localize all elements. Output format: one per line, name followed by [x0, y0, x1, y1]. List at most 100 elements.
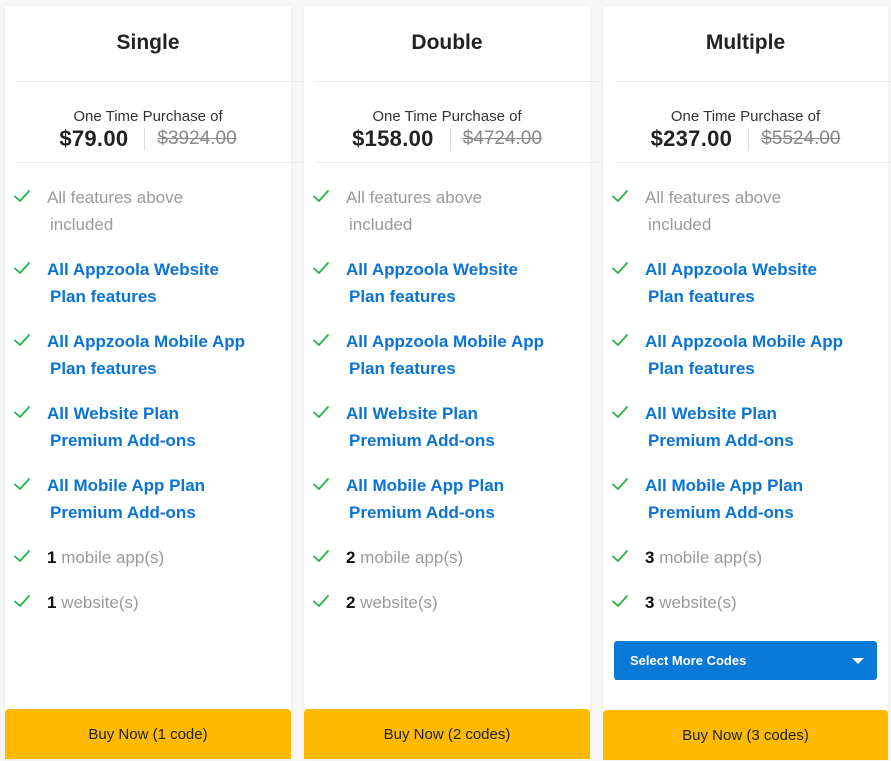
pricing-card-multiple: Multiple One Time Purchase of $237.00 $5…: [603, 6, 891, 760]
check-icon: [312, 474, 330, 492]
caret-down-icon: [852, 658, 864, 664]
divider: [17, 162, 303, 163]
feature-text-line2: Premium Add-ons: [50, 431, 196, 450]
divider: [615, 81, 891, 82]
check-icon: [611, 402, 629, 420]
feature-text: All Mobile App Plan: [346, 476, 505, 495]
check-icon: [611, 591, 629, 609]
count-label: website(s): [56, 593, 139, 612]
price-separator: [449, 128, 451, 150]
check-icon: [611, 546, 629, 564]
price-label: One Time Purchase of: [73, 108, 223, 125]
check-icon: [13, 186, 31, 204]
feature-item[interactable]: All Appzoola Website Plan features: [5, 256, 291, 310]
select-more-codes-label: Select More Codes: [630, 653, 747, 668]
feature-text-line2: Plan features: [50, 287, 157, 306]
check-icon: [611, 330, 629, 348]
check-icon: [13, 546, 31, 564]
count-label: mobile app(s): [56, 548, 165, 567]
check-icon: [312, 330, 330, 348]
check-icon: [312, 258, 330, 276]
feature-item[interactable]: All Appzoola Mobile App Plan features: [603, 328, 888, 382]
price-row: $237.00 $5524.00: [603, 126, 888, 152]
feature-text: All Appzoola Mobile App: [346, 332, 544, 351]
feature-item[interactable]: All Website Plan Premium Add-ons: [5, 400, 291, 454]
check-icon: [312, 402, 330, 420]
pricing-card-double: Double One Time Purchase of $158.00 $472…: [304, 6, 602, 759]
feature-text: All features above: [346, 188, 483, 207]
feature-text: All features above: [47, 188, 184, 207]
feature-text: All Appzoola Mobile App: [645, 332, 843, 351]
buy-now-button[interactable]: Buy Now (3 codes): [603, 710, 888, 760]
divider: [17, 81, 303, 82]
feature-item[interactable]: All Appzoola Mobile App Plan features: [5, 328, 291, 382]
feature-item[interactable]: All Appzoola Website Plan features: [603, 256, 888, 310]
feature-item: All features above included: [603, 184, 888, 238]
feature-text-line2: included: [648, 215, 712, 234]
feature-item[interactable]: All Appzoola Mobile App Plan features: [304, 328, 590, 382]
website-count: 3 website(s): [603, 589, 888, 616]
current-price: $237.00: [650, 126, 733, 151]
website-count: 2 website(s): [304, 589, 590, 616]
buy-now-button[interactable]: Buy Now (2 codes): [304, 709, 590, 759]
feature-text-line2: Premium Add-ons: [648, 431, 794, 450]
check-icon: [13, 330, 31, 348]
feature-text-line2: included: [50, 215, 114, 234]
divider: [316, 81, 602, 82]
plan-title: Double: [411, 31, 483, 54]
feature-text: All Website Plan: [346, 404, 478, 423]
price-label: One Time Purchase of: [372, 108, 522, 125]
original-price: $3924.00: [157, 128, 237, 149]
feature-item[interactable]: All Mobile App Plan Premium Add-ons: [5, 472, 291, 526]
website-count: 1 website(s): [5, 589, 291, 616]
feature-text: All Website Plan: [47, 404, 179, 423]
feature-list: All features above included All Appzoola W…: [304, 184, 590, 634]
feature-text: All Mobile App Plan: [645, 476, 804, 495]
mobile-app-count: 2 mobile app(s): [304, 544, 590, 571]
check-icon: [13, 591, 31, 609]
feature-text: All Mobile App Plan: [47, 476, 206, 495]
check-icon: [611, 186, 629, 204]
feature-item[interactable]: All Website Plan Premium Add-ons: [603, 400, 888, 454]
check-icon: [13, 402, 31, 420]
price-label: One Time Purchase of: [670, 108, 821, 125]
check-icon: [312, 546, 330, 564]
feature-text-line2: included: [349, 215, 413, 234]
select-more-codes-dropdown[interactable]: Select More Codes: [614, 641, 877, 680]
count-label: mobile app(s): [654, 548, 763, 567]
feature-text-line2: Premium Add-ons: [349, 503, 495, 522]
count-label: website(s): [355, 593, 438, 612]
feature-item[interactable]: All Appzoola Website Plan features: [304, 256, 590, 310]
check-icon: [13, 474, 31, 492]
price-separator: [144, 128, 146, 150]
price-row: $158.00 $4724.00: [304, 126, 590, 152]
feature-text-line2: Premium Add-ons: [349, 431, 495, 450]
mobile-app-count: 3 mobile app(s): [603, 544, 888, 571]
price-row: $79.00 $3924.00: [5, 126, 291, 152]
count-label: website(s): [654, 593, 737, 612]
feature-item[interactable]: All Mobile App Plan Premium Add-ons: [304, 472, 590, 526]
original-price: $5524.00: [761, 128, 841, 149]
buy-now-button[interactable]: Buy Now (1 code): [5, 709, 291, 759]
feature-item: All features above included: [304, 184, 590, 238]
feature-item[interactable]: All Website Plan Premium Add-ons: [304, 400, 590, 454]
check-icon: [611, 474, 629, 492]
check-icon: [13, 258, 31, 276]
feature-text: All Appzoola Website: [47, 260, 219, 279]
current-price: $158.00: [352, 126, 434, 151]
feature-text-line2: Premium Add-ons: [648, 503, 794, 522]
feature-text-line2: Plan features: [648, 359, 755, 378]
feature-text: All Website Plan: [645, 404, 777, 423]
feature-text-line2: Plan features: [648, 287, 755, 306]
divider: [316, 162, 602, 163]
feature-item[interactable]: All Mobile App Plan Premium Add-ons: [603, 472, 888, 526]
count-label: mobile app(s): [355, 548, 464, 567]
feature-text-line2: Plan features: [349, 359, 456, 378]
feature-list: All features above included All Appzoola W…: [603, 184, 888, 634]
feature-text-line2: Plan features: [50, 359, 157, 378]
feature-list: All features above included All Appzoola W…: [5, 184, 291, 634]
plan-title: Single: [116, 31, 180, 54]
pricing-card-single: Single One Time Purchase of $79.00 $3924…: [5, 6, 303, 759]
feature-text: All features above: [645, 188, 782, 207]
divider: [615, 162, 891, 163]
